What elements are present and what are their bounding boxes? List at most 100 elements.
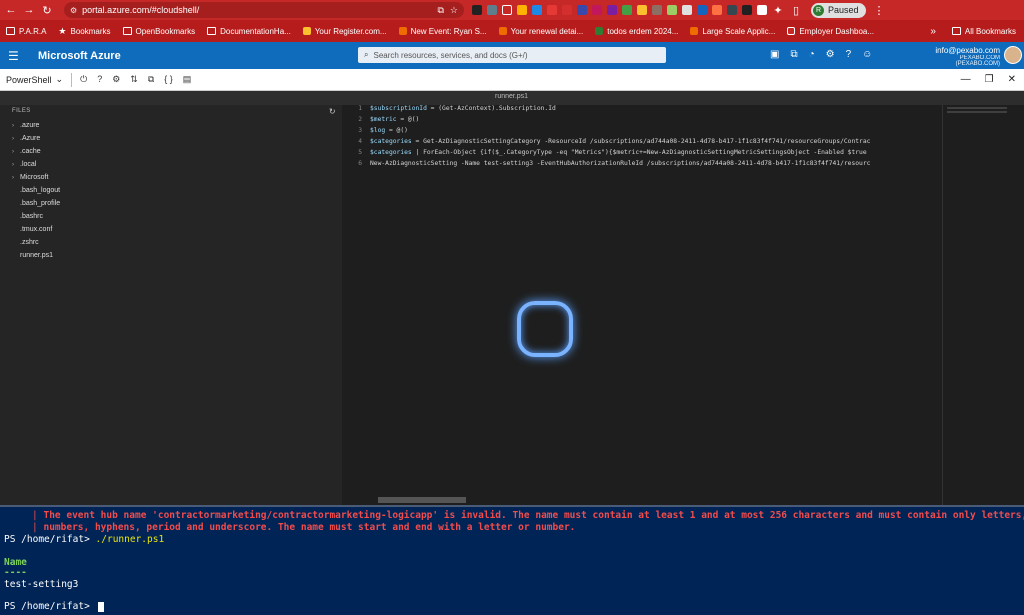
back-icon[interactable]: ←: [4, 3, 18, 17]
open-editor-icon[interactable]: { }: [164, 74, 173, 85]
favicon-icon: [498, 27, 507, 35]
horizontal-scrollbar[interactable]: [378, 497, 466, 503]
extension-icon[interactable]: [727, 5, 737, 15]
folder-item[interactable]: › .Azure: [0, 132, 342, 145]
upload-download-icon[interactable]: ⇅: [130, 74, 138, 85]
settings-gear-icon[interactable]: ⚙: [112, 74, 120, 85]
help-icon[interactable]: ?: [846, 49, 852, 60]
feedback-icon[interactable]: ☺: [862, 49, 872, 60]
extension-icon[interactable]: [577, 5, 587, 15]
bookmark-item[interactable]: New Event: Ryan S...: [398, 27, 487, 36]
minimap-line: [947, 111, 1007, 113]
code-area[interactable]: 1 $subscriptionId = (Get-AzContext).Subsc…: [342, 105, 942, 491]
folder-item[interactable]: › Microsoft: [0, 171, 342, 184]
browser-titlebar: ← → ↻ ⚙ portal.azure.com/#cloudshell/ ⧉ …: [0, 0, 1024, 20]
extension-icon[interactable]: [667, 5, 677, 15]
file-item[interactable]: .bashrc: [0, 210, 342, 223]
bookmark-item[interactable]: todos erdem 2024...: [595, 27, 678, 36]
forward-icon[interactable]: →: [22, 3, 36, 17]
minimap[interactable]: [942, 105, 1024, 505]
favicon-icon: [787, 27, 796, 35]
chevron-right-icon: ›: [12, 122, 14, 129]
file-item[interactable]: .zshrc: [0, 236, 342, 249]
address-bar[interactable]: ⚙ portal.azure.com/#cloudshell/ ⧉ ☆: [64, 2, 464, 18]
bookmark-item[interactable]: ★ Bookmarks: [58, 26, 110, 37]
folder-item[interactable]: › .azure: [0, 119, 342, 132]
extension-icon[interactable]: [742, 5, 752, 15]
install-app-icon[interactable]: ⧉: [437, 5, 443, 16]
file-item[interactable]: .bash_logout: [0, 184, 342, 197]
extension-icon[interactable]: [682, 5, 692, 15]
file-item[interactable]: .bash_profile: [0, 197, 342, 210]
prompt-text: PS /home/rifat>: [4, 534, 90, 545]
avatar[interactable]: [1004, 46, 1022, 64]
minimize-icon[interactable]: —: [961, 74, 971, 85]
web-preview-icon[interactable]: ▤: [183, 74, 192, 85]
extension-icon[interactable]: [502, 5, 512, 15]
portal-brand[interactable]: Microsoft Azure: [38, 50, 121, 62]
extension-icon[interactable]: [712, 5, 722, 15]
folder-item[interactable]: › .cache: [0, 145, 342, 158]
all-bookmarks[interactable]: All Bookmarks: [951, 27, 1016, 36]
bookmark-item[interactable]: Large Scale Applic...: [690, 27, 775, 36]
more-bookmarks-icon[interactable]: »: [930, 26, 936, 37]
settings-gear-icon[interactable]: ⚙: [826, 49, 835, 60]
extension-icon[interactable]: [472, 5, 482, 15]
close-icon[interactable]: ✕: [1008, 74, 1016, 85]
editor-tab[interactable]: runner.ps1: [495, 93, 528, 100]
extension-icon[interactable]: [652, 5, 662, 15]
bookmark-item[interactable]: Employer Dashboa...: [787, 27, 874, 36]
extension-icon[interactable]: [592, 5, 602, 15]
minimap-line: [947, 107, 1007, 109]
refresh-icon[interactable]: ↻: [329, 107, 336, 116]
portal-search-input[interactable]: ⌕ Search resources, services, and docs (…: [358, 47, 666, 63]
side-panel-icon[interactable]: ▯: [789, 3, 803, 17]
directory-filter-icon[interactable]: ⧉: [790, 49, 797, 60]
output-value: test-setting3: [4, 579, 79, 590]
browser-menu-icon[interactable]: ⋮: [874, 4, 885, 17]
bookmarks-bar: P.A.R.A ★ Bookmarks OpenBookmarks Documen…: [0, 20, 1024, 42]
help-icon[interactable]: ?: [97, 74, 102, 85]
bookmark-item[interactable]: Your renewal detai...: [498, 27, 583, 36]
extension-icon[interactable]: [637, 5, 647, 15]
reload-icon[interactable]: ↻: [40, 3, 54, 17]
file-explorer: FILES ↻ › .azure › .Azure › .cache › .local …: [0, 105, 342, 505]
bookmark-item[interactable]: Your Register.com...: [302, 27, 387, 36]
site-info-icon[interactable]: ⚙: [70, 6, 77, 15]
maximize-icon[interactable]: ❐: [985, 74, 994, 85]
file-item[interactable]: .tmux.conf: [0, 223, 342, 236]
notifications-bell-icon[interactable]: ◔: [809, 49, 815, 60]
extension-icon[interactable]: [697, 5, 707, 15]
cloud-shell-icon[interactable]: ▣: [770, 49, 779, 60]
bookmark-item[interactable]: OpenBookmarks: [122, 27, 195, 36]
terminal[interactable]: | The event hub name 'contractormarketin…: [0, 505, 1024, 615]
file-item[interactable]: runner.ps1: [0, 249, 342, 262]
extension-icon[interactable]: [562, 5, 572, 15]
shell-type-select[interactable]: PowerShell ⌄: [6, 74, 63, 85]
extension-icon[interactable]: [547, 5, 557, 15]
bookmark-item[interactable]: P.A.R.A: [6, 27, 46, 36]
extension-icon[interactable]: [487, 5, 497, 15]
extension-icon[interactable]: [532, 5, 542, 15]
chevron-right-icon: ›: [12, 135, 14, 142]
search-icon: ⌕: [364, 50, 369, 59]
extensions-bar: [472, 5, 767, 15]
chevron-right-icon: ›: [12, 148, 14, 155]
portal-menu-icon[interactable]: ☰: [8, 49, 22, 63]
file-tree: › .azure › .Azure › .cache › .local › Microso…: [0, 119, 342, 262]
account-info[interactable]: info@pexabo.com PEXABO.COM (PEXABO.COM): [918, 46, 1000, 67]
favicon-icon: [302, 27, 311, 35]
bookmark-item[interactable]: DocumentationHa...: [207, 27, 291, 36]
bookmark-star-icon[interactable]: ☆: [450, 5, 458, 16]
extension-icon[interactable]: [622, 5, 632, 15]
new-session-icon[interactable]: ⧉: [148, 74, 154, 85]
profile-button[interactable]: R Paused: [811, 2, 866, 18]
terminal-prompt-line: PS /home/rifat>: [4, 601, 104, 612]
restart-power-icon[interactable]: ⏻: [80, 74, 87, 85]
folder-item[interactable]: › .local: [0, 158, 342, 171]
extension-icon[interactable]: [517, 5, 527, 15]
extension-icon[interactable]: [757, 5, 767, 15]
favicon-icon: [690, 27, 699, 35]
extension-icon[interactable]: [607, 5, 617, 15]
extensions-puzzle-icon[interactable]: ✦: [771, 3, 785, 17]
